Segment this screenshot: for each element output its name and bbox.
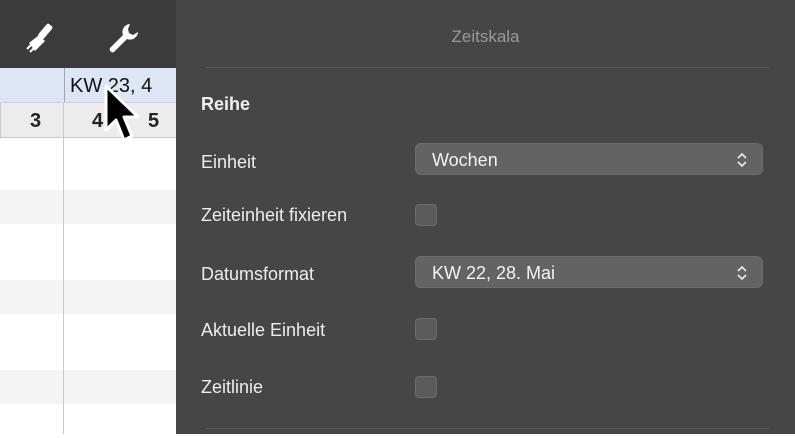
day-header-cell[interactable]: 3: [30, 103, 41, 137]
grid-row[interactable]: [0, 224, 176, 258]
unit-label: Einheit: [201, 152, 257, 172]
divider: [205, 428, 769, 429]
column-divider: [63, 103, 64, 434]
date-format-popup[interactable]: KW 22, 28. Mai: [415, 256, 763, 288]
date-format-label: Datumsformat: [201, 264, 315, 284]
date-format-value: KW 22, 28. Mai: [432, 263, 556, 283]
fix-unit-label: Zeiteinheit fixieren: [201, 205, 348, 225]
current-unit-label: Aktuelle Einheit: [201, 320, 326, 340]
wrench-icon[interactable]: [103, 18, 143, 58]
grid-row[interactable]: [0, 404, 176, 438]
day-header-cell[interactable]: 5: [148, 103, 159, 137]
inspector-panel: Zeitskala Reihe Einheit Wochen Zeiteinhe…: [176, 0, 795, 434]
brush-icon[interactable]: [22, 18, 62, 58]
cursor-arrow-icon: [104, 84, 140, 142]
chevron-updown-icon: [737, 265, 747, 281]
unit-value: Wochen: [432, 150, 498, 170]
section-title: Reihe: [201, 94, 251, 114]
chevron-updown-icon: [737, 152, 747, 168]
grid-row[interactable]: [0, 190, 176, 224]
grid-row[interactable]: [0, 280, 176, 314]
unit-popup[interactable]: Wochen: [415, 143, 763, 175]
timeline-label: Zeitlinie: [201, 377, 264, 397]
grid-row[interactable]: [0, 314, 176, 348]
fix-unit-checkbox[interactable]: [415, 204, 437, 226]
grid-row[interactable]: [0, 370, 176, 404]
timeline-checkbox[interactable]: [415, 376, 437, 398]
grid-row[interactable]: [0, 138, 176, 172]
current-unit-checkbox[interactable]: [415, 318, 437, 340]
inspector-title: Zeitskala: [451, 27, 520, 46]
divider: [205, 67, 769, 68]
